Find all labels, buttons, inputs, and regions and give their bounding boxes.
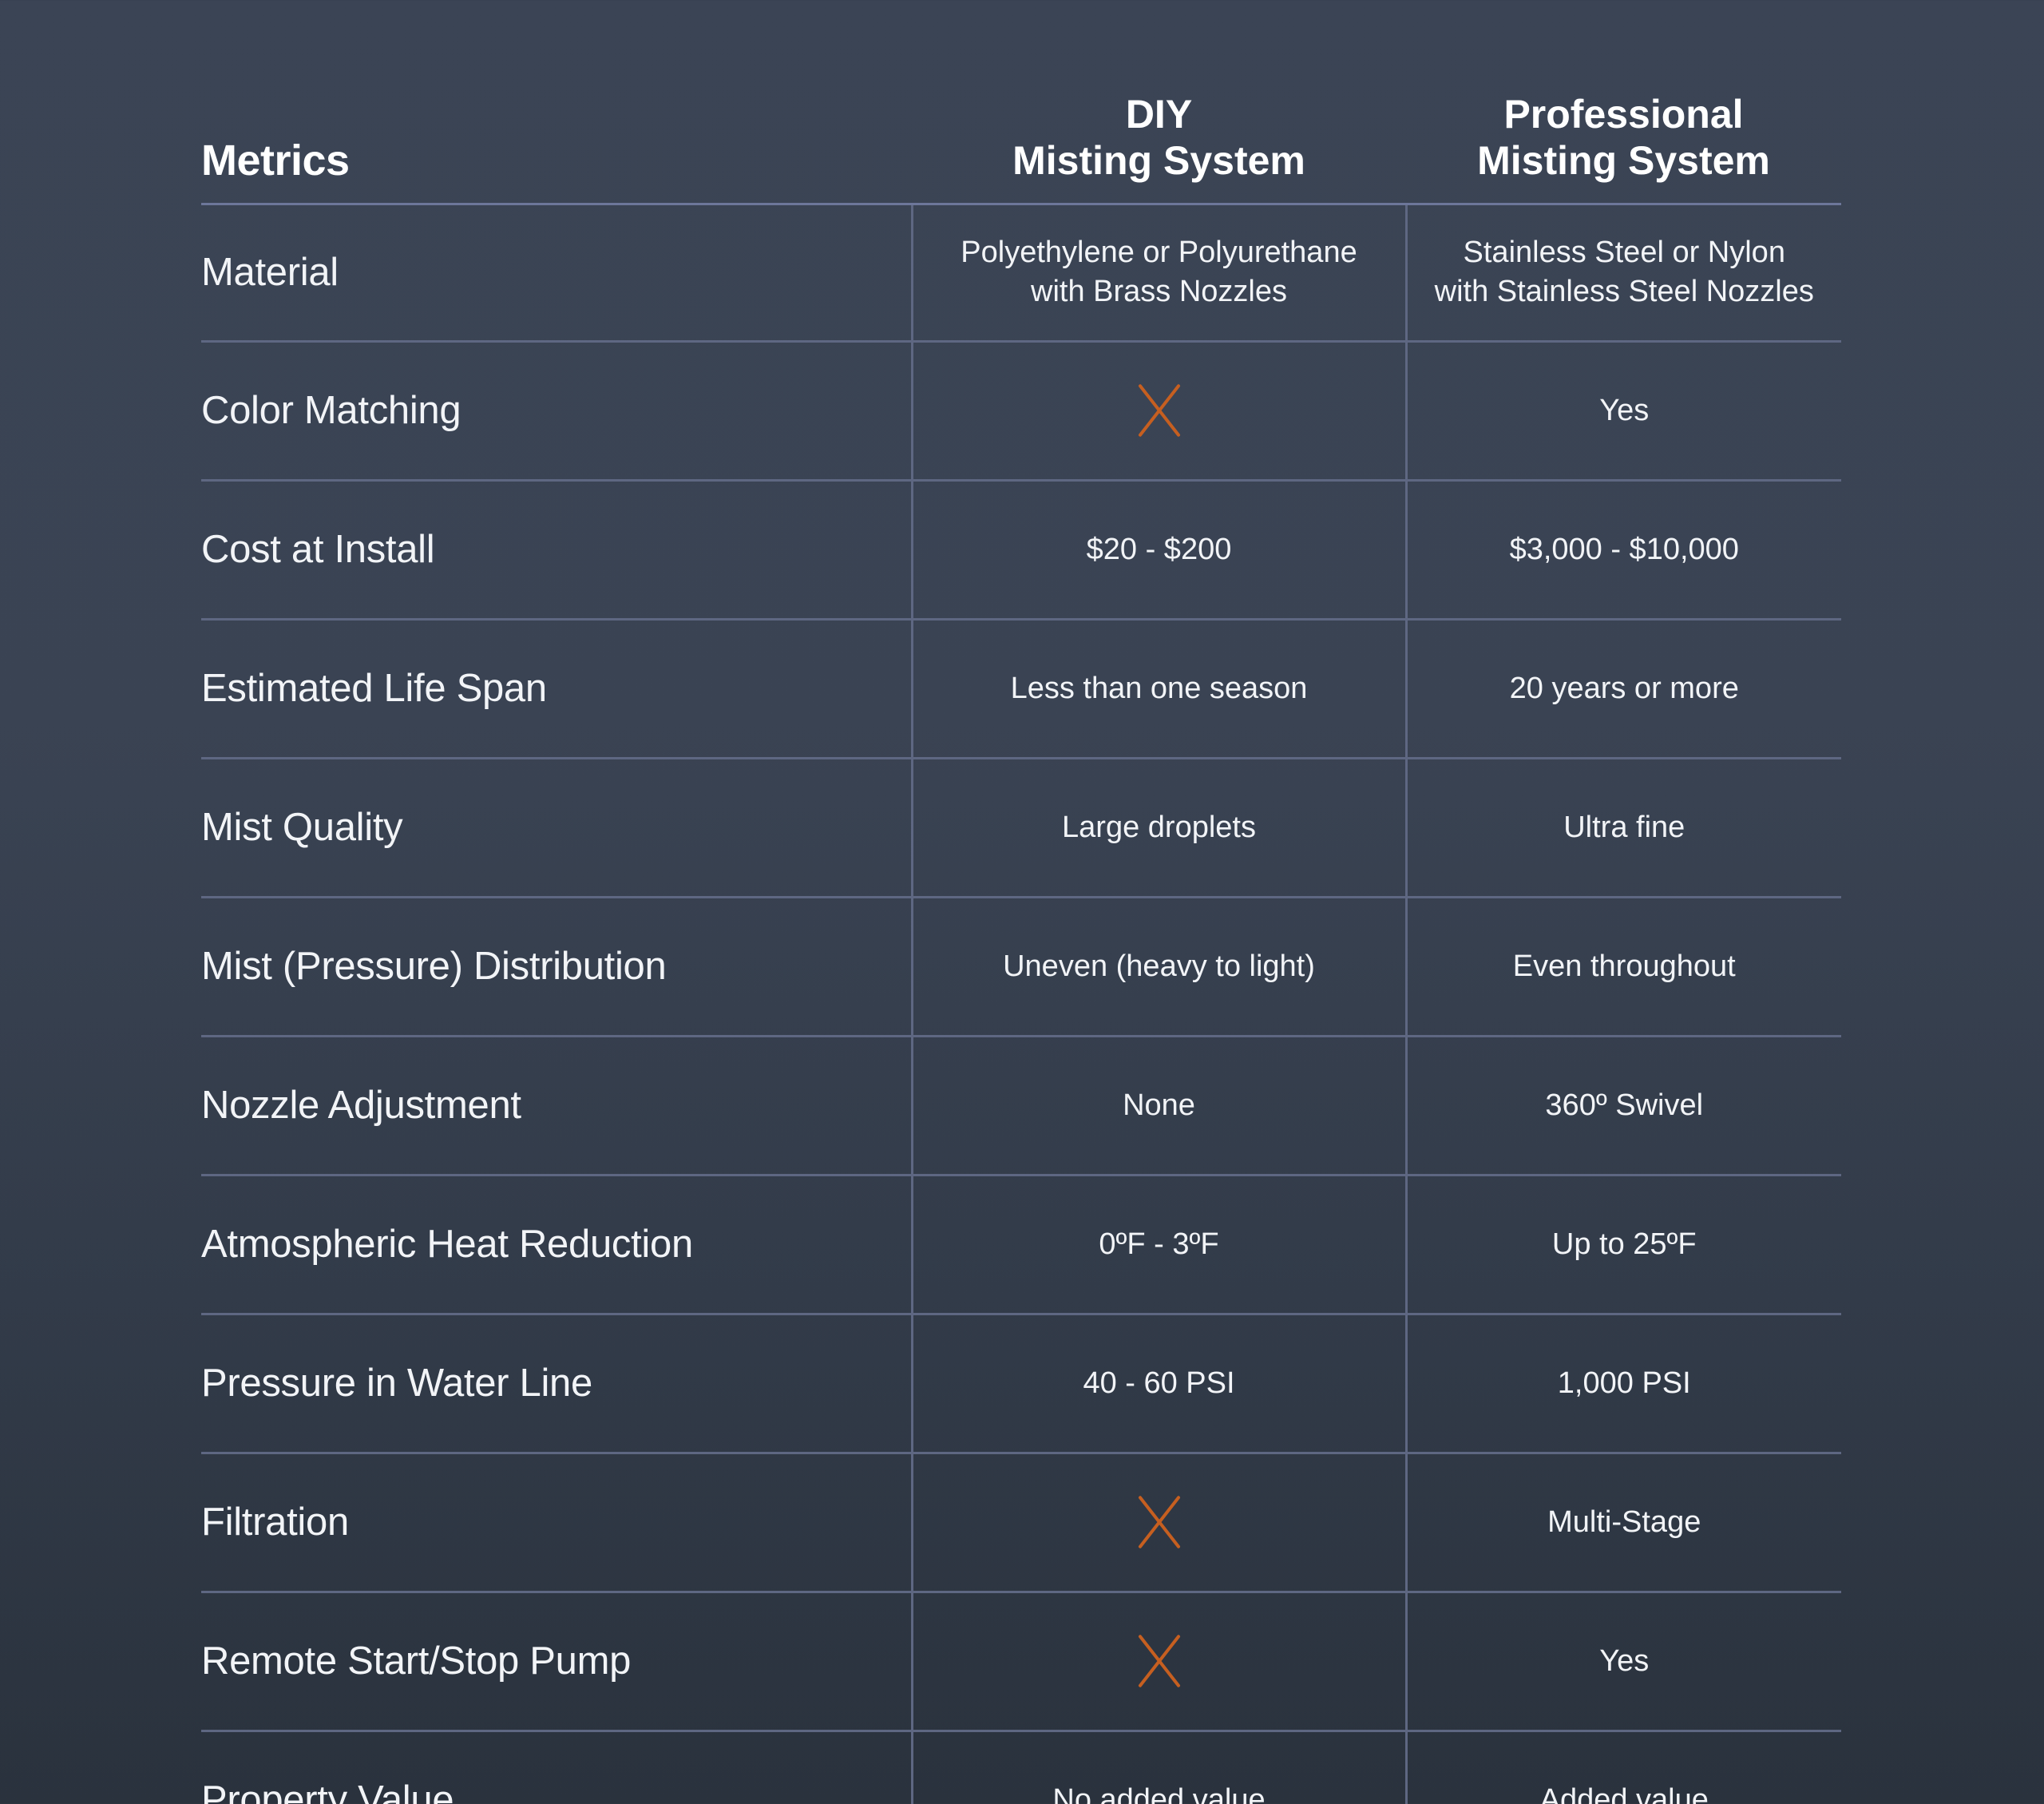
cell-metric: Pressure in Water Line bbox=[201, 1314, 912, 1454]
cell-diy bbox=[910, 1453, 1406, 1593]
cell-diy bbox=[910, 341, 1406, 482]
table-row: Mist Quality Large droplets Ultra fine bbox=[201, 758, 1841, 898]
column-header-diy: DIY Misting System bbox=[912, 0, 1406, 205]
cell-professional: Stainless Steel or Nylon with Stainless S… bbox=[1404, 204, 1841, 343]
cell-text: Ultra fine bbox=[1563, 810, 1686, 844]
cell-metric: Estimated Life Span bbox=[201, 619, 912, 759]
cell-metric: Mist Quality bbox=[201, 758, 912, 898]
cell-text: Uneven (heavy to light) bbox=[1003, 949, 1315, 983]
cell-text-line: with Stainless Steel Nozzles bbox=[1434, 275, 1814, 308]
cell-metric: Filtration bbox=[201, 1453, 912, 1593]
cell-diy: Uneven (heavy to light) bbox=[910, 897, 1406, 1037]
table-row: Remote Start/Stop Pump Yes bbox=[201, 1592, 1841, 1732]
cell-text: Up to 25ºF bbox=[1551, 1227, 1697, 1261]
cell-text: Less than one season bbox=[1010, 671, 1308, 705]
cell-diy: 0ºF - 3ºF bbox=[910, 1175, 1406, 1315]
cell-text: 20 years or more bbox=[1509, 671, 1739, 705]
table-row: Property Value No added value Added value bbox=[201, 1731, 1841, 1804]
cell-text: $20 - $200 bbox=[1086, 532, 1232, 566]
x-mark-icon bbox=[1128, 379, 1190, 442]
cell-metric: Atmospheric Heat Reduction bbox=[201, 1175, 912, 1315]
cell-metric: Cost at Install bbox=[201, 480, 912, 620]
cell-text: Multi-Stage bbox=[1547, 1505, 1701, 1539]
cell-diy: No added value bbox=[910, 1731, 1406, 1804]
cell-metric: Mist (Pressure) Distribution bbox=[201, 897, 912, 1037]
cell-metric: Remote Start/Stop Pump bbox=[201, 1592, 912, 1732]
table-row: Pressure in Water Line 40 - 60 PSI 1,000 P… bbox=[201, 1314, 1841, 1454]
x-mark-icon bbox=[1128, 1630, 1190, 1692]
cell-text: 1,000 PSI bbox=[1557, 1366, 1691, 1400]
table-row: Color Matching Yes bbox=[201, 341, 1841, 482]
cell-text: Added value bbox=[1539, 1782, 1709, 1804]
cell-professional: $3,000 - $10,000 bbox=[1404, 480, 1841, 620]
column-header-diy-line1: DIY bbox=[1125, 91, 1193, 137]
cell-professional: Even throughout bbox=[1404, 897, 1841, 1037]
cell-text: None bbox=[1123, 1088, 1195, 1122]
cell-text-line: Stainless Steel or Nylon bbox=[1463, 236, 1785, 270]
cell-diy: Polyethylene or Polyurethane with Brass N… bbox=[910, 204, 1406, 343]
cell-text: 40 - 60 PSI bbox=[1083, 1366, 1235, 1400]
cell-text: Even throughout bbox=[1512, 949, 1736, 983]
cell-text: Yes bbox=[1599, 1643, 1650, 1678]
cell-text: 0ºF - 3ºF bbox=[1099, 1227, 1219, 1261]
table-header: Metrics DIY Misting System Professional … bbox=[201, 0, 1841, 205]
table-row: Material Polyethylene or Polyurethane with… bbox=[201, 204, 1841, 343]
table-row: Estimated Life Span Less than one season 2… bbox=[201, 619, 1841, 759]
cell-professional: Up to 25ºF bbox=[1404, 1175, 1841, 1315]
cell-professional: 360º Swivel bbox=[1404, 1036, 1841, 1176]
cell-metric: Material bbox=[201, 204, 912, 343]
comparison-table-container: Metrics DIY Misting System Professional … bbox=[201, 0, 1841, 1804]
cell-diy: Less than one season bbox=[910, 619, 1406, 759]
table-row: Atmospheric Heat Reduction 0ºF - 3ºF Up to… bbox=[201, 1175, 1841, 1315]
header-row: Metrics DIY Misting System Professional … bbox=[201, 0, 1841, 205]
cell-professional: Ultra fine bbox=[1404, 758, 1841, 898]
cell-diy: None bbox=[910, 1036, 1406, 1176]
cell-professional: Yes bbox=[1404, 1592, 1841, 1732]
cell-text-line: Polyethylene or Polyurethane bbox=[961, 236, 1357, 270]
cell-professional: 1,000 PSI bbox=[1404, 1314, 1841, 1454]
column-header-diy-line2: Misting System bbox=[1012, 137, 1305, 183]
cell-metric: Color Matching bbox=[201, 341, 912, 482]
table-row: Filtration Multi-Stage bbox=[201, 1453, 1841, 1593]
cell-text: Yes bbox=[1599, 393, 1650, 427]
table-row: Mist (Pressure) Distribution Uneven (heav… bbox=[201, 897, 1841, 1037]
cell-professional: Yes bbox=[1404, 341, 1841, 482]
table-row: Cost at Install $20 - $200 $3,000 - $10,00… bbox=[201, 480, 1841, 620]
cell-text: $3,000 - $10,000 bbox=[1509, 532, 1739, 566]
cell-text: 360º Swivel bbox=[1545, 1088, 1704, 1122]
cell-text: Large droplets bbox=[1062, 810, 1256, 844]
cell-diy: 40 - 60 PSI bbox=[910, 1314, 1406, 1454]
comparison-table: Metrics DIY Misting System Professional … bbox=[201, 0, 1841, 1804]
table-row: Nozzle Adjustment None 360º Swivel bbox=[201, 1036, 1841, 1176]
cell-diy: Large droplets bbox=[910, 758, 1406, 898]
cell-professional: Multi-Stage bbox=[1404, 1453, 1841, 1593]
cell-metric: Nozzle Adjustment bbox=[201, 1036, 912, 1176]
cell-diy: $20 - $200 bbox=[910, 480, 1406, 620]
cell-diy bbox=[910, 1592, 1406, 1732]
cell-metric: Property Value bbox=[201, 1731, 912, 1804]
cell-text-line: with Brass Nozzles bbox=[1031, 275, 1287, 308]
table-body: Material Polyethylene or Polyurethane with… bbox=[201, 204, 1841, 1804]
column-header-metrics: Metrics bbox=[201, 0, 912, 205]
column-header-professional-line1: Professional bbox=[1503, 91, 1744, 137]
x-mark-icon bbox=[1128, 1491, 1190, 1553]
cell-text: No added value bbox=[1052, 1782, 1266, 1804]
column-header-professional-line2: Misting System bbox=[1477, 137, 1770, 183]
cell-professional: Added value bbox=[1404, 1731, 1841, 1804]
column-header-professional: Professional Misting System bbox=[1406, 0, 1841, 205]
cell-professional: 20 years or more bbox=[1404, 619, 1841, 759]
